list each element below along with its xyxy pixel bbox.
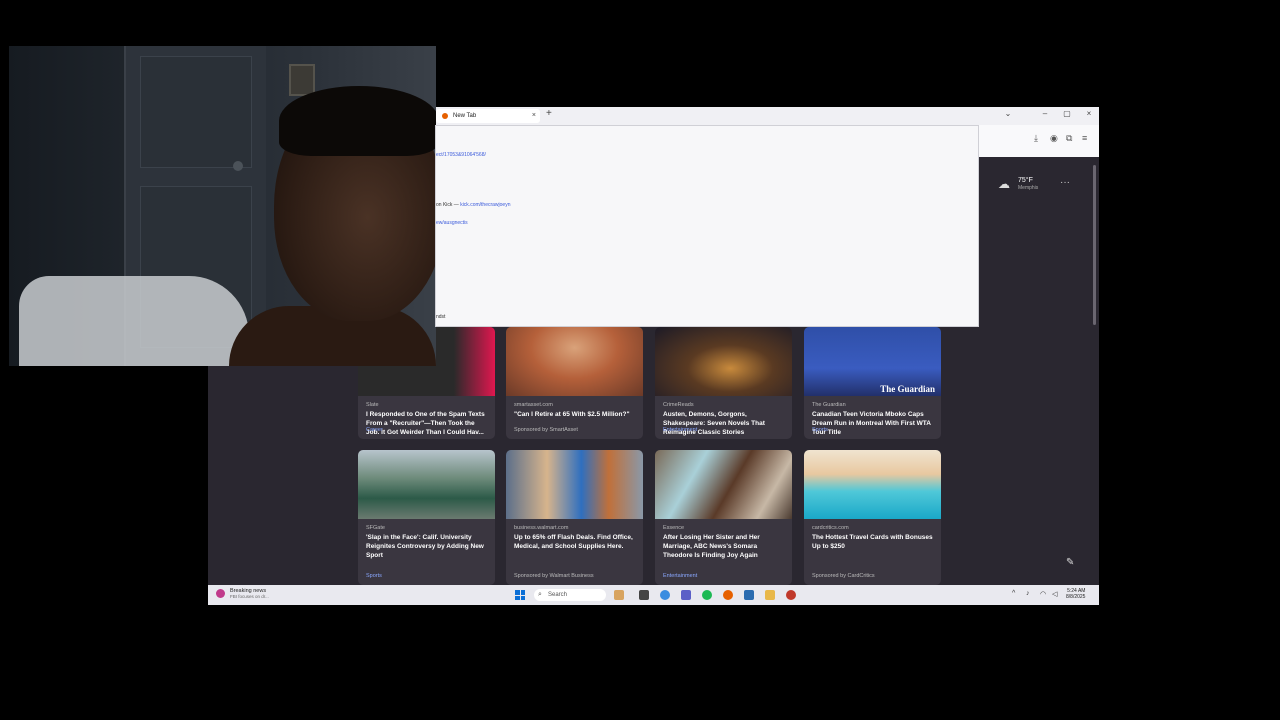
weather-widget[interactable]: ☁ 75°F Memphis [998,177,1038,191]
story-card[interactable]: The Guardian The Guardian Canadian Teen … [804,327,941,439]
microphone-icon[interactable]: ♪ [1026,590,1030,597]
story-image: The Guardian [804,327,941,396]
webcam-overlay [9,46,436,366]
minimize-button[interactable]: – [1034,109,1056,118]
door-knob [233,161,243,171]
tab-close-button[interactable]: × [532,109,536,123]
firefox-icon[interactable] [723,590,733,600]
story-title: 'Slap in the Face': Calif. University Re… [366,534,484,559]
story-title: I Responded to One of the Spam Texts Fro… [366,411,485,436]
windows-start-icon[interactable] [515,590,525,600]
menu-icon[interactable]: ≡ [1082,133,1087,143]
story-title: After Losing Her Sister and Her Marriage… [663,534,760,559]
taskbar: Breaking news FBI focuses on dr... ⌕ Sea… [208,585,1099,605]
weather-city: Memphis [1018,185,1039,191]
story-source: smartasset.com [514,402,553,408]
story-title: "Can I Retire at 65 With $2.5 Million?" [514,411,630,418]
volume-icon[interactable]: ◁ [1052,590,1057,598]
app-icon-red[interactable] [786,590,796,600]
overlay-panel: ect/17053&91064'568/ on Kick — kick.com/… [436,126,978,326]
downloads-icon[interactable]: ⤓ [1034,133,1038,144]
story-card[interactable]: smartasset.com "Can I Retire at 65 With … [506,327,643,439]
pillow [19,276,249,366]
person-hair [279,86,436,156]
story-category: Career [366,427,383,433]
teams-icon[interactable] [681,590,691,600]
cloud-icon: ☁ [998,177,1010,191]
story-source: cardcritics.com [812,525,849,531]
story-card[interactable]: business.walmart.com Up to 65% off Flash… [506,450,643,585]
story-category: Sports [812,427,828,433]
story-category: Entertainment [663,573,698,579]
new-tab-button[interactable]: + [546,108,552,119]
news-icon [216,589,225,598]
wall-picture [289,64,315,96]
story-image [655,450,792,519]
weather-temp: 75°F [1018,177,1033,184]
popup-line-4: ndst [436,314,446,320]
story-image [506,327,643,396]
story-title: Canadian Teen Victoria Mboko Caps Dream … [812,411,931,436]
story-category: Sports [366,573,382,579]
more-options-icon[interactable]: ··· [1060,177,1070,188]
story-sponsor: Sponsored by CardCritics [812,573,875,579]
story-image [358,450,495,519]
news-subtitle: FBI focuses on dr... [230,594,269,599]
story-source: SFGate [366,525,385,531]
scrollbar[interactable] [1093,165,1096,325]
story-source: CrimeReads [663,402,694,408]
edit-icon[interactable]: ✎ [1066,557,1074,568]
app-icon[interactable] [614,590,624,600]
wifi-icon[interactable]: ◠ [1040,590,1046,598]
news-widget[interactable]: Breaking news FBI focuses on dr... [216,588,269,599]
store-icon[interactable] [744,590,754,600]
story-image [804,450,941,519]
popup-line-2: on Kick — kick.com/thecrawjoeyn [436,202,511,208]
story-title: Up to 65% off Flash Deals. Find Office, … [514,534,633,550]
popup-link-1[interactable]: ect/17053&91064'568/ [436,152,486,158]
search-icon: ⌕ [538,591,542,598]
story-title: The Hottest Travel Cards with Bonuses Up… [812,534,933,550]
taskbar-search[interactable]: ⌕ Search [534,589,606,601]
story-card[interactable]: Essence After Losing Her Sister and Her … [655,450,792,585]
popup-link-2[interactable]: kick.com/thecrawjoeyn [460,202,510,208]
story-card[interactable]: cardcritics.com The Hottest Travel Cards… [804,450,941,585]
story-source: Essence [663,525,685,531]
popup-link-3[interactable]: ew/ausgnectis [436,220,468,226]
story-sponsor: Sponsored by Walmart Business [514,573,594,579]
spotify-icon[interactable] [702,590,712,600]
system-clock[interactable]: 5:24 AM 8/8/2025 [1066,588,1085,600]
guardian-logo: The Guardian [880,384,935,394]
extensions-icon[interactable]: ⧉ [1066,133,1072,144]
story-image [506,450,643,519]
story-source: business.walmart.com [514,525,569,531]
task-view-icon[interactable] [639,590,649,600]
account-icon[interactable]: ◉ [1050,133,1058,144]
tab-list-button[interactable]: ⌄ [997,109,1019,118]
story-card[interactable]: CrimeReads Austen, Demons, Gorgons, Shak… [655,327,792,439]
story-source: The Guardian [812,402,846,408]
maximize-button[interactable]: ▢ [1056,109,1078,118]
edge-icon[interactable] [660,590,670,600]
tab-title: New Tab [453,113,477,119]
story-source: Slate [366,402,379,408]
close-window-button[interactable]: × [1078,109,1099,118]
firefox-icon [442,113,448,119]
story-category: Entertainment [663,427,698,433]
file-explorer-icon[interactable] [765,590,775,600]
search-placeholder: Search [548,592,568,598]
story-card[interactable]: SFGate 'Slap in the Face': Calif. Univer… [358,450,495,585]
story-image [655,327,792,396]
chevron-up-icon[interactable]: ^ [1012,590,1015,597]
story-sponsor: Sponsored by SmartAsset [514,427,578,433]
tab-new-tab[interactable]: New Tab × [436,109,540,123]
